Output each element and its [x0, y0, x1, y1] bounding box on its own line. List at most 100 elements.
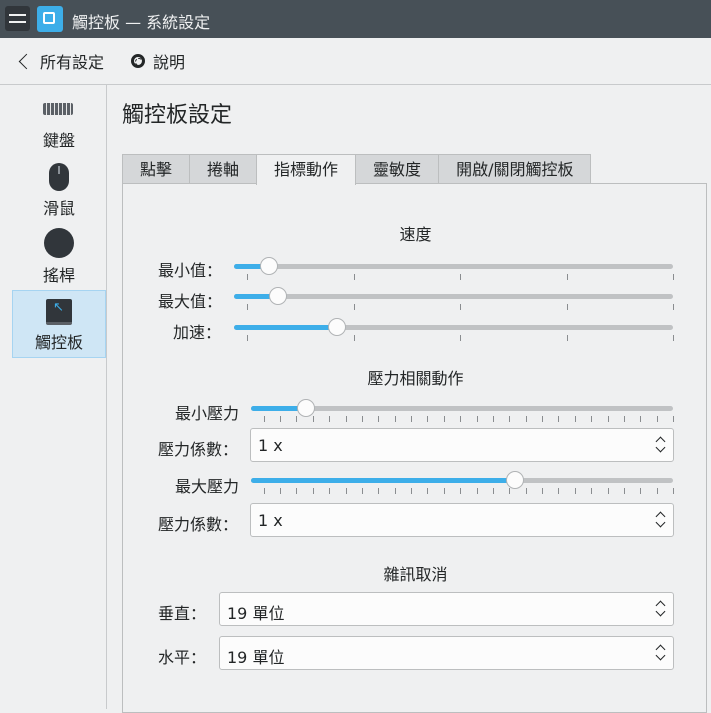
slider-tick: [673, 488, 674, 494]
title-bar: 觸控板 — 系統設定: [0, 0, 711, 38]
slider-tick: [673, 416, 674, 422]
slider-handle[interactable]: [260, 257, 279, 275]
keep-above-button[interactable]: [37, 6, 63, 32]
slider-tick: [361, 416, 363, 422]
all-settings-label: 所有設定: [40, 53, 105, 72]
slider-tick: [607, 488, 609, 494]
slider-tick: [280, 416, 282, 422]
slider-tick: [673, 335, 674, 341]
slider-tick: [263, 488, 265, 494]
max-pressure-label: 最大壓力: [175, 477, 240, 496]
slider-fill: [251, 478, 515, 483]
slider-tick: [345, 488, 347, 494]
joystick-icon: [44, 228, 74, 258]
all-settings-button[interactable]: 所有設定: [17, 48, 104, 74]
horizontal-label: 水平：: [158, 648, 207, 667]
page-title: 觸控板設定: [122, 103, 233, 128]
tab-scroll[interactable]: 捲軸: [189, 154, 258, 184]
chevron-left-icon: [18, 53, 35, 69]
pressure-factor-select-1[interactable]: 1 x: [250, 428, 674, 462]
slider-tick: [542, 488, 543, 494]
slider-ticks: [234, 304, 674, 312]
slider-tick: [296, 416, 298, 422]
slider-tick: [312, 416, 314, 422]
pressure-factor-select-2[interactable]: 1 x: [250, 503, 674, 537]
slider-tick: [378, 488, 380, 494]
app-menu-icon[interactable]: [5, 6, 30, 31]
slider-tick: [378, 416, 380, 422]
horizontal-noise-select[interactable]: 19 單位: [219, 636, 674, 670]
slider-handle[interactable]: [328, 318, 347, 336]
slider-tick: [443, 416, 445, 422]
speed-min-slider[interactable]: [234, 256, 674, 280]
slider-tick: [353, 335, 355, 341]
slider-handle[interactable]: [268, 287, 287, 305]
slider-tick: [640, 488, 642, 494]
updown-arrows-icon: [655, 509, 665, 531]
sidebar: 鍵盤 滑鼠 搖桿 觸控板: [0, 85, 107, 709]
vertical-label: 垂直：: [158, 604, 207, 623]
acceleration-label: 加速：: [173, 323, 222, 342]
slider-tick: [312, 488, 314, 494]
slider-ticks: [251, 488, 674, 496]
touchpad-icon: [46, 299, 72, 325]
slider-tick: [394, 488, 396, 494]
vertical-noise-select[interactable]: 19 單位: [219, 592, 674, 626]
tab-sensitivity[interactable]: 靈敏度: [355, 154, 440, 184]
slider-tick: [460, 488, 462, 494]
pointer-motion-panel: 速度 最小值： 最大值： 加速： 壓力相關動作 最小壓力 壓力係數： 1 x 最…: [122, 183, 707, 713]
slider-fill: [234, 325, 338, 330]
slider-handle[interactable]: [296, 399, 315, 417]
slider-tick: [623, 488, 625, 494]
slider-tick: [574, 488, 576, 494]
window-title: 觸控板 — 系統設定: [72, 13, 211, 32]
slider-handle[interactable]: [505, 471, 524, 489]
speed-max-slider[interactable]: [234, 286, 674, 310]
slider-tick: [460, 274, 462, 280]
slider-tick: [460, 335, 462, 341]
main-content: 觸控板設定 點擊 捲軸 指標動作 靈敏度 開啟/關閉觸控板 速度 最小值： 最大…: [107, 85, 711, 713]
slider-tick: [476, 488, 478, 494]
mouse-icon: [49, 163, 69, 191]
speed-max-label: 最大值：: [158, 292, 223, 311]
window-icon: [43, 12, 55, 24]
sidebar-item-mouse[interactable]: 滑鼠: [12, 155, 106, 223]
tab-pointer-motion[interactable]: 指標動作: [256, 154, 357, 185]
min-pressure-slider[interactable]: [251, 398, 674, 422]
sidebar-item-label: 滑鼠: [42, 199, 75, 218]
tab-bar: 點擊 捲軸 指標動作 靈敏度 開啟/關閉觸控板: [122, 154, 592, 185]
sidebar-item-keyboard[interactable]: 鍵盤: [12, 87, 106, 155]
slider-tick: [558, 488, 560, 494]
acceleration-slider[interactable]: [234, 317, 674, 341]
slider-tick: [247, 304, 249, 310]
speed-min-label: 最小值：: [158, 261, 223, 280]
slider-ticks: [251, 416, 674, 424]
slider-tick: [263, 416, 265, 422]
slider-tick: [247, 274, 249, 280]
slider-tick: [460, 304, 462, 310]
slider-tick: [411, 416, 413, 422]
select-value: 1 x: [258, 436, 283, 455]
tab-enable-disable[interactable]: 開啟/關閉觸控板: [438, 154, 592, 184]
slider-tick: [329, 488, 331, 494]
slider-tick: [656, 488, 658, 494]
slider-tick: [394, 416, 396, 422]
sidebar-item-label: 搖桿: [42, 266, 75, 285]
slider-tick: [427, 488, 429, 494]
pressure-factor-label-2: 壓力係數：: [158, 515, 239, 534]
slider-tick: [656, 416, 658, 422]
slider-tick: [353, 274, 355, 280]
max-pressure-slider[interactable]: [251, 470, 674, 494]
slider-tick: [460, 416, 462, 422]
sidebar-item-joystick[interactable]: 搖桿: [12, 222, 106, 290]
slider-tick: [673, 304, 674, 310]
slider-tick: [509, 488, 511, 494]
slider-ticks: [234, 274, 674, 282]
tab-click[interactable]: 點擊: [122, 154, 191, 184]
slider-ticks: [234, 335, 674, 343]
min-pressure-label: 最小壓力: [175, 404, 240, 423]
sidebar-item-touchpad[interactable]: 觸控板: [12, 290, 106, 358]
toolbar: 所有設定 說明: [0, 38, 711, 85]
help-button[interactable]: 說明: [131, 48, 185, 74]
slider-tick: [296, 488, 298, 494]
